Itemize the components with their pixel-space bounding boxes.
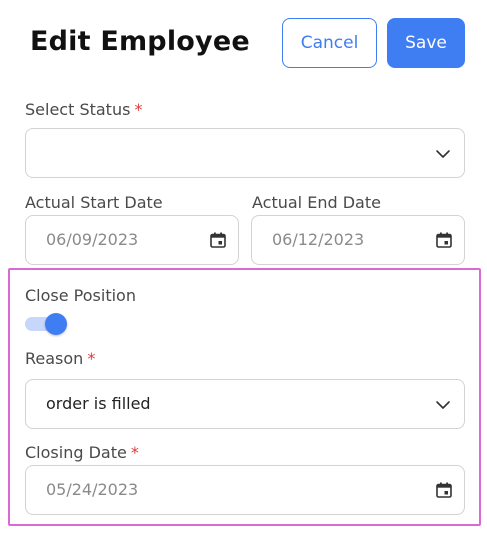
reason-select[interactable]: order is filled [25, 379, 465, 429]
required-mark: * [87, 349, 96, 368]
reason-label: Reason * [25, 349, 95, 368]
page-title: Edit Employee [30, 26, 250, 57]
closing-date-field[interactable]: 05/24/2023 [25, 465, 465, 515]
save-button[interactable]: Save [387, 18, 465, 68]
chevron-down-icon [436, 401, 450, 409]
reason-label-text: Reason [25, 349, 84, 368]
reason-select-value: order is filled [46, 394, 151, 413]
toggle-knob [45, 313, 67, 335]
end-date-field[interactable]: 06/12/2023 [251, 215, 465, 265]
required-mark: * [130, 443, 139, 462]
closing-date-label-text: Closing Date [25, 443, 127, 462]
status-label: Select Status * [25, 100, 142, 119]
start-date-field[interactable]: 06/09/2023 [25, 215, 239, 265]
chevron-down-icon [436, 150, 450, 158]
end-date-value: 06/12/2023 [272, 230, 365, 249]
required-mark: * [134, 100, 143, 119]
close-position-label: Close Position [25, 286, 136, 305]
cancel-button[interactable]: Cancel [282, 18, 377, 68]
status-select[interactable] [25, 128, 465, 178]
end-date-label: Actual End Date [252, 193, 381, 212]
calendar-icon[interactable] [209, 231, 227, 249]
status-label-text: Select Status [25, 100, 131, 119]
calendar-icon[interactable] [435, 481, 453, 499]
closing-date-value: 05/24/2023 [46, 480, 139, 499]
start-date-value: 06/09/2023 [46, 230, 139, 249]
start-date-label: Actual Start Date [25, 193, 163, 212]
close-position-toggle[interactable] [25, 313, 69, 335]
closing-date-label: Closing Date * [25, 443, 139, 462]
calendar-icon[interactable] [435, 231, 453, 249]
